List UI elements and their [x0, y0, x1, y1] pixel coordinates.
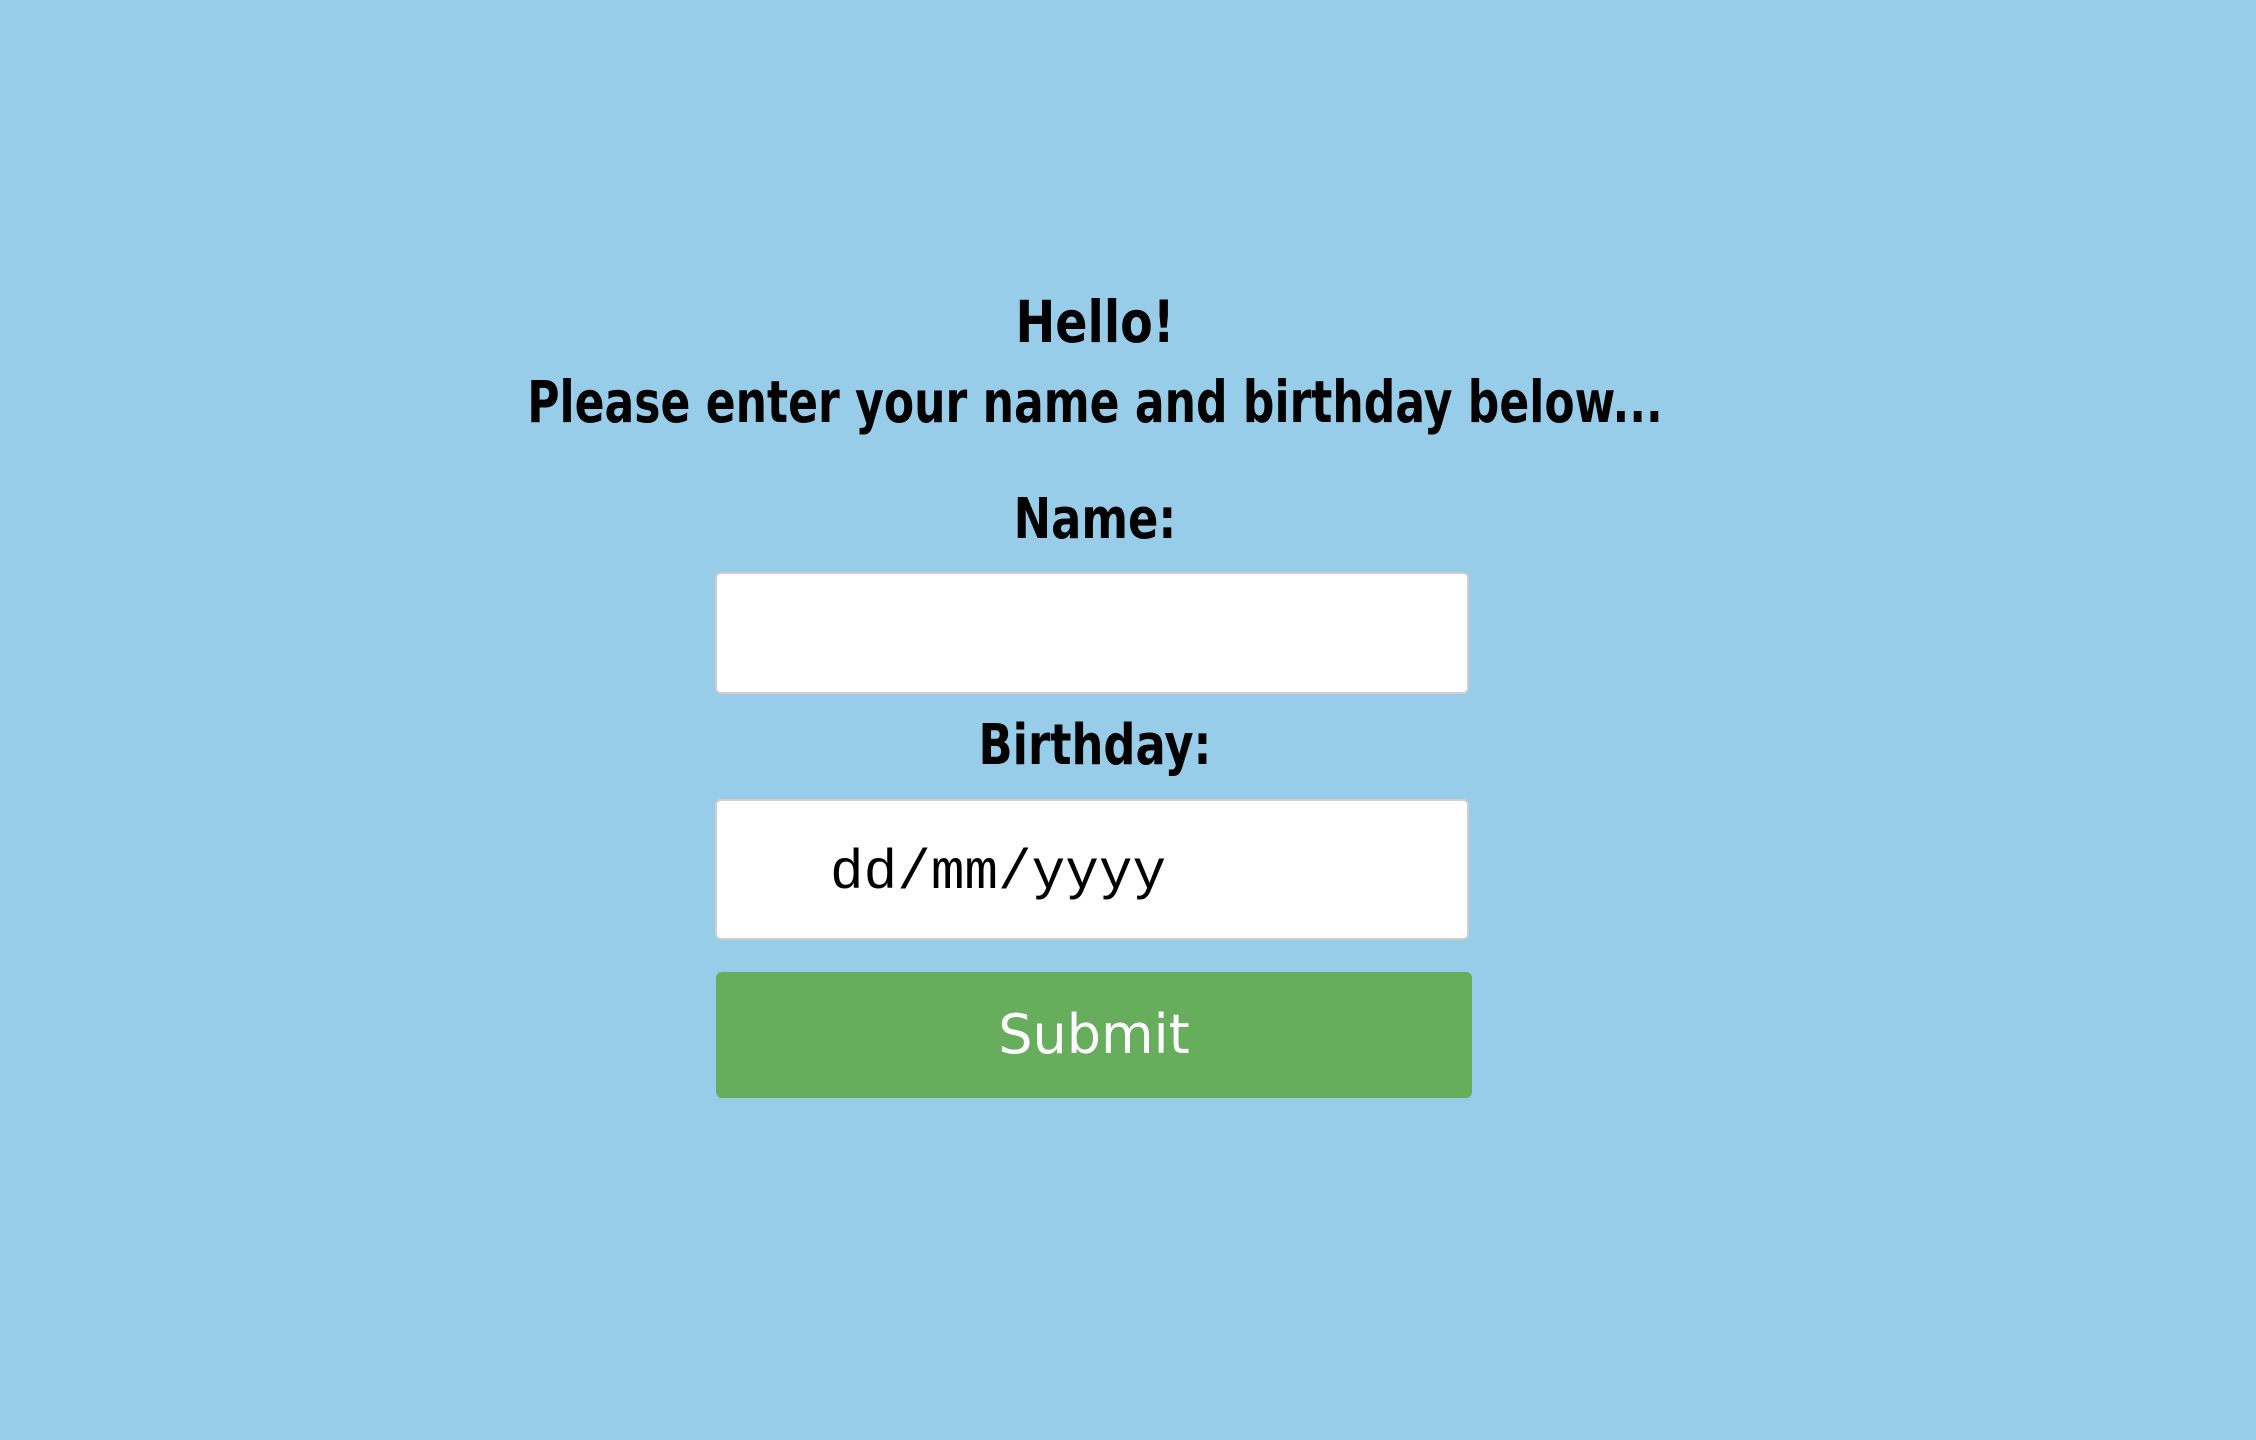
birthday-placeholder: dd/mm/yyyy: [830, 841, 1167, 905]
greeting-heading: Hello!: [1015, 288, 1175, 356]
birthday-label: Birthday:: [978, 713, 1212, 778]
submit-button[interactable]: Submit: [716, 972, 1472, 1098]
name-input[interactable]: [715, 572, 1469, 694]
name-label: Name:: [1013, 487, 1177, 552]
instruction-heading: Please enter your name and birthday belo…: [527, 368, 1663, 436]
birthday-input[interactable]: dd/mm/yyyy: [715, 799, 1469, 940]
